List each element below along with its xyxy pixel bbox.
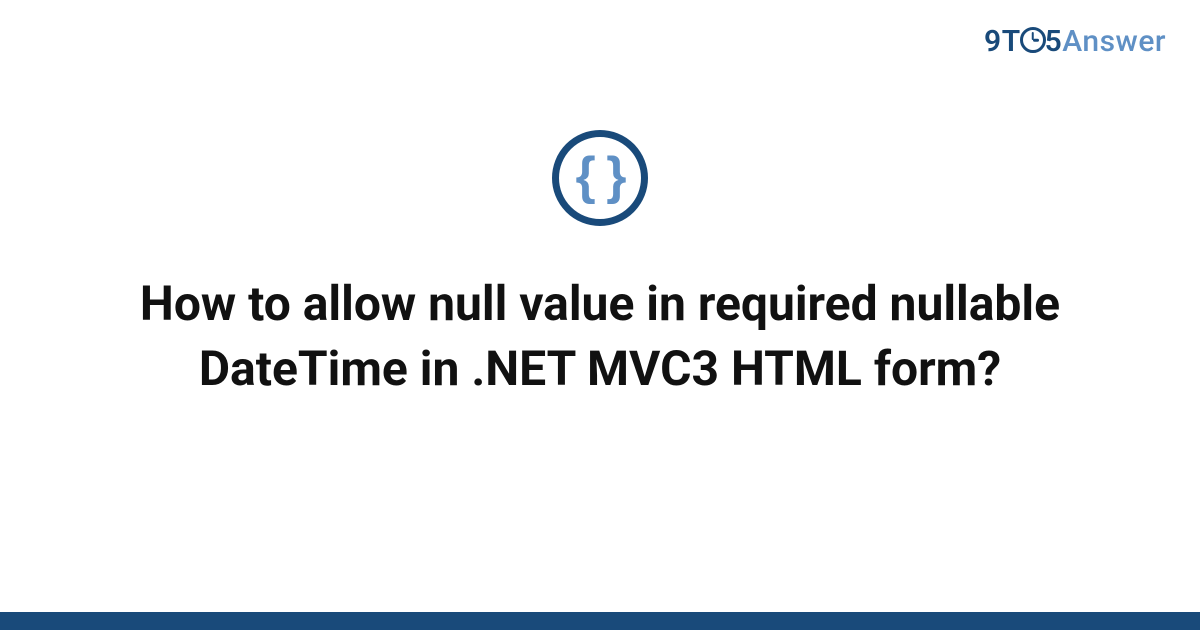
question-title: How to allow null value in required null… <box>100 272 1100 402</box>
clock-icon <box>1020 27 1046 53</box>
main-content: { } How to allow null value in required … <box>0 130 1200 402</box>
brand-text-9: 9 <box>984 24 1002 59</box>
footer-accent-bar <box>0 612 1200 630</box>
site-brand: 9T5Answer <box>984 24 1166 59</box>
brand-text-t: T <box>1002 24 1021 59</box>
category-icon: { } <box>552 130 648 226</box>
brand-text-5: 5 <box>1045 24 1063 59</box>
brand-text-answer: Answer <box>1062 24 1166 59</box>
braces-icon: { } <box>576 150 625 202</box>
